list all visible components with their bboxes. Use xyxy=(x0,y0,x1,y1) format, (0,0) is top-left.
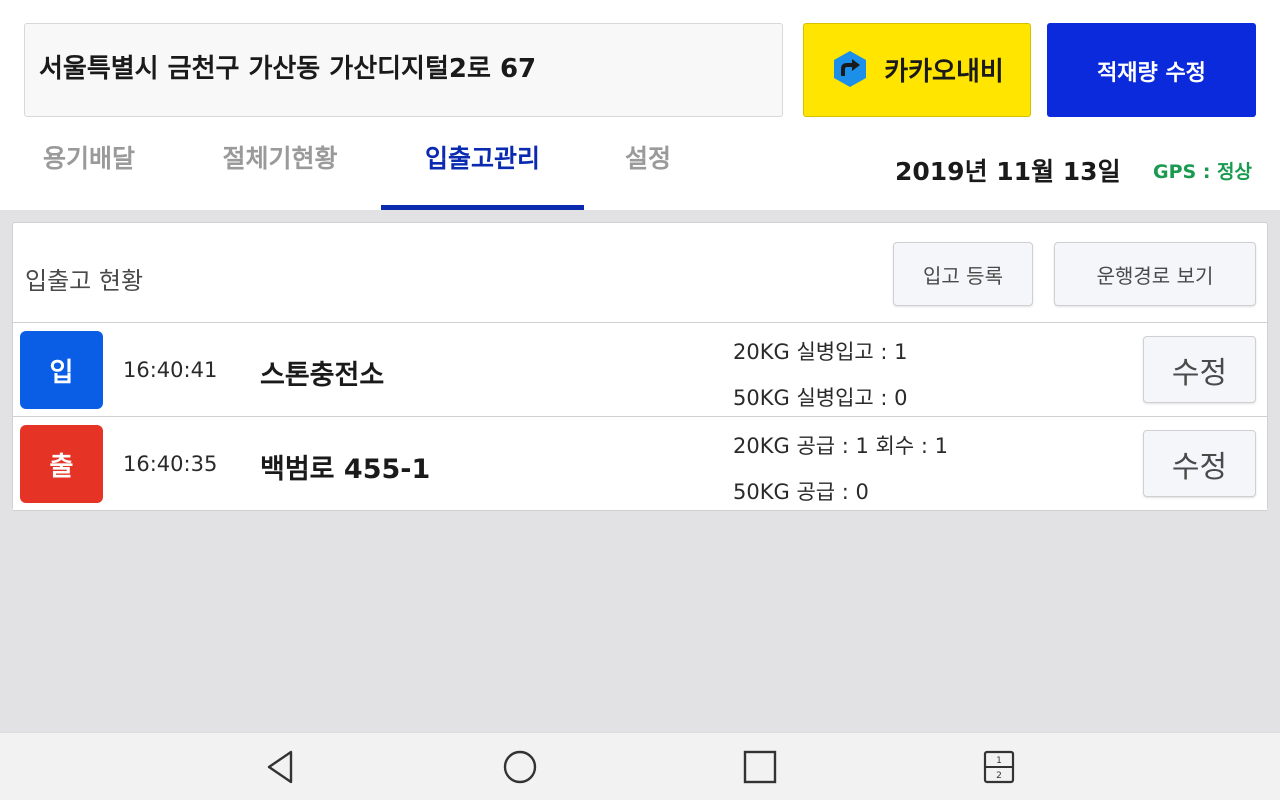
view-route-label: 운행경로 보기 xyxy=(1096,263,1214,288)
svg-text:2: 2 xyxy=(996,771,1002,781)
tab-container-delivery[interactable]: 용기배달 xyxy=(20,132,158,210)
home-icon[interactable] xyxy=(500,747,540,787)
record-row: 입 16:40:41 스톤충전소 20KG 실병입고 : 1 50KG 실병입고… xyxy=(13,324,1267,417)
tab-switcher-status[interactable]: 절체기현황 xyxy=(203,132,357,210)
system-navigation-bar: 1 2 xyxy=(0,732,1280,800)
edit-record-label: 수정 xyxy=(1171,449,1228,485)
tab-settings[interactable]: 설정 xyxy=(605,132,691,210)
inbound-badge: 입 xyxy=(20,331,103,409)
register-inbound-button[interactable]: 입고 등록 xyxy=(893,242,1033,306)
main-content: 입출고 현황 입고 등록 운행경로 보기 입 16:40:41 스톤충전소 20… xyxy=(0,210,1280,732)
dual-window-icon[interactable]: 1 2 xyxy=(979,747,1019,787)
record-detail-50kg: 50KG 공급 : 0 xyxy=(733,480,869,504)
record-time: 16:40:41 xyxy=(123,358,218,382)
kakao-navi-button[interactable]: 카카오내비 xyxy=(803,23,1031,117)
record-row: 출 16:40:35 백범로 455-1 20KG 공급 : 1 회수 : 1 … xyxy=(13,418,1267,511)
badge-label: 출 xyxy=(49,451,74,482)
edit-record-button[interactable]: 수정 xyxy=(1143,430,1256,497)
kakao-navi-icon xyxy=(834,51,867,87)
tab-label: 입출고관리 xyxy=(424,144,540,173)
edit-load-label: 적재량 수정 xyxy=(1097,61,1206,86)
app-header: 서울특별시 금천구 가산동 가산디지털2로 67 카카오내비 적재량 수정 용기… xyxy=(0,0,1280,210)
recents-icon[interactable] xyxy=(740,747,780,787)
back-icon[interactable] xyxy=(261,747,301,787)
outbound-badge: 출 xyxy=(20,425,103,503)
tab-label: 설정 xyxy=(624,144,671,173)
address-text: 서울특별시 금천구 가산동 가산디지털2로 67 xyxy=(39,53,537,84)
gps-status-text: GPS : 정상 xyxy=(1153,161,1252,183)
address-display: 서울특별시 금천구 가산동 가산디지털2로 67 xyxy=(24,23,783,117)
svg-text:1: 1 xyxy=(996,756,1002,766)
tab-inout-management[interactable]: 입출고관리 xyxy=(381,132,584,210)
current-date: 2019년 11월 13일 xyxy=(895,157,1121,186)
register-inbound-label: 입고 등록 xyxy=(923,263,1003,288)
edit-record-button[interactable]: 수정 xyxy=(1143,336,1256,403)
kakao-navi-label: 카카오내비 xyxy=(884,56,1004,87)
record-place: 스톤충전소 xyxy=(260,360,385,391)
tab-label: 용기배달 xyxy=(42,144,135,173)
record-place: 백범로 455-1 xyxy=(260,454,431,485)
record-detail-20kg: 20KG 실병입고 : 1 xyxy=(733,340,908,364)
view-route-button[interactable]: 운행경로 보기 xyxy=(1054,242,1256,306)
record-detail-50kg: 50KG 실병입고 : 0 xyxy=(733,386,908,410)
record-detail-20kg: 20KG 공급 : 1 회수 : 1 xyxy=(733,434,948,458)
badge-label: 입 xyxy=(49,357,74,388)
tab-label: 절체기현황 xyxy=(222,144,338,173)
panel-title: 입출고 현황 xyxy=(25,267,144,295)
edit-record-label: 수정 xyxy=(1171,355,1228,391)
record-time: 16:40:35 xyxy=(123,452,218,476)
edit-load-button[interactable]: 적재량 수정 xyxy=(1047,23,1256,117)
panel-header: 입출고 현황 입고 등록 운행경로 보기 xyxy=(13,223,1267,323)
inout-status-panel: 입출고 현황 입고 등록 운행경로 보기 입 16:40:41 스톤충전소 20… xyxy=(12,222,1268,511)
